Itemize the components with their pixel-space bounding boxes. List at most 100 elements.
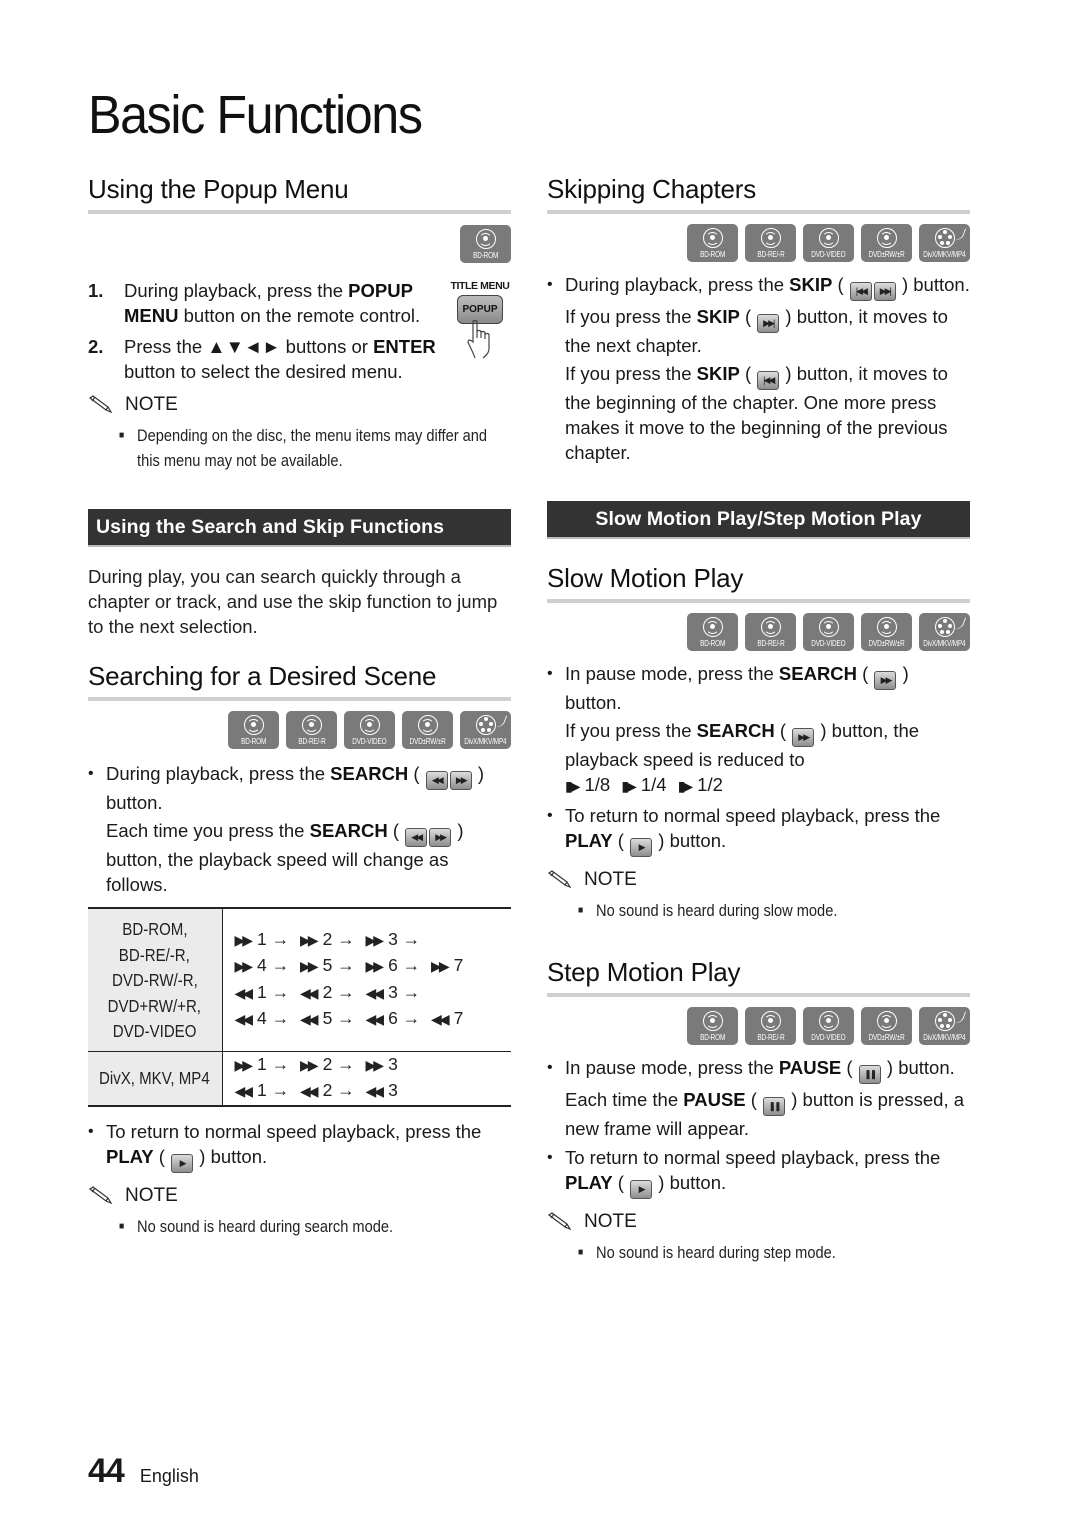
fast-forward-icon: ▶▶ [300, 1056, 318, 1073]
disc-badges: BD-ROM BD-RE/-R DVD-VIDEO DVD±RW/±R DivX… [547, 1007, 970, 1045]
step-motion-heading: Step Motion Play [547, 957, 741, 987]
remote-popup-illustration: TITLE MENU POPUP [449, 280, 511, 368]
disc-icon [417, 715, 438, 735]
disc-icon [818, 1011, 839, 1031]
speed-sequence-line: ▶▶ 1 → ▶▶ 2 → ▶▶ 3 [234, 1053, 398, 1074]
skip-forward-key-icon: ▶▶| [757, 314, 780, 333]
fast-forward-icon: ▶▶ [234, 958, 253, 975]
skipping-sub-2: If you press the SKIP ( |◀◀ ) button, it… [565, 363, 948, 463]
step-motion-section: Step Motion Play BD-ROM BD-RE/-R DVD-VID… [547, 955, 970, 1265]
badge-dvd-video: DVD-VIDEO [803, 1007, 854, 1045]
rewind-icon: ◀◀ [234, 984, 253, 1001]
disc-type-label: BD-RE/-R, [119, 944, 191, 965]
popup-menu-section: Using the Popup Menu BD-ROM TITLE MENU P… [88, 172, 511, 473]
disc-icon [359, 715, 380, 735]
disc-icon [702, 617, 723, 637]
badge-divx: DivX/MKV/MP4 [919, 224, 970, 262]
pause-key-icon: ❚❚ [858, 1065, 881, 1084]
pencil-note-icon [547, 1211, 572, 1230]
disc-icon [876, 228, 897, 248]
note-heading: NOTE [88, 1183, 511, 1208]
table-row: BD-ROM, BD-RE/-R, DVD-RW/-R, DVD+RW/+R, DVD-… [88, 908, 511, 1052]
fast-forward-icon: ▶▶ [365, 958, 384, 975]
slow-play-icon: ▮▶ [565, 778, 581, 794]
disc-icon [243, 715, 264, 735]
note-heading: NOTE [88, 392, 511, 417]
badge-dvd-rw: DVD±RW/±R [861, 1007, 912, 1045]
page-number: 44 [88, 1452, 125, 1490]
fast-forward-icon: ▶▶ [431, 958, 449, 975]
badge-dvd-video: DVD-VIDEO [803, 613, 854, 651]
fast-forward-key-icon: ▶▶ [792, 728, 815, 747]
square-bullet-icon: ■ [118, 430, 125, 441]
left-column: Using the Popup Menu BD-ROM TITLE MENU P… [88, 172, 511, 1239]
badge-bd-rom: BD-ROM [687, 224, 738, 262]
heading-rule [88, 210, 511, 214]
rewind-icon: ◀◀ [234, 1083, 253, 1100]
disc-badges: BD-ROM BD-RE/-R DVD-VIDEO DVD±RW/±R DivX… [88, 711, 511, 749]
badge-bd-re: BD-RE/-R [745, 1007, 796, 1045]
disc-icon [760, 228, 781, 248]
popup-steps: 1. During playback, press the POPUP MENU… [88, 278, 448, 384]
heading-rule [547, 599, 970, 603]
heading-rule [547, 993, 970, 997]
searching-bullet-1: • During playback, press the SEARCH ( ◀◀… [88, 763, 485, 813]
rewind-icon: ◀◀ [300, 1083, 318, 1100]
note-item: ■ No sound is heard during search mode. [88, 1214, 510, 1239]
pencil-note-icon [88, 1185, 113, 1204]
disc-badges: BD-ROM BD-RE/-R DVD-VIDEO DVD±RW/±R DivX… [547, 224, 970, 262]
rewind-key-icon: ◀◀ [405, 828, 428, 847]
badge-bd-re: BD-RE/-R [745, 613, 796, 651]
pencil-note-icon [88, 394, 113, 413]
fast-forward-icon: ▶▶ [234, 931, 253, 948]
film-reel-icon [475, 715, 496, 735]
speed-sequence-line: ▶▶ 1 → ▶▶ 2 → ▶▶ 3 → [234, 928, 421, 949]
square-bullet-icon: ■ [577, 905, 584, 916]
badge-divx: DivX/MKV/MP4 [460, 711, 511, 749]
badge-dvd-video: DVD-VIDEO [803, 224, 854, 262]
disc-icon [702, 1011, 723, 1031]
fast-forward-key-icon: ▶▶ [449, 771, 472, 790]
speed-sequence-line: ◀◀ 1 → ◀◀ 2 → ◀◀ 3 [234, 1080, 398, 1101]
disc-type-label: BD-ROM, [122, 919, 188, 939]
step-2: 2. Press the ▲▼◄► buttons or ENTER butto… [88, 336, 436, 382]
badge-dvd-rw: DVD±RW/±R [861, 613, 912, 651]
disc-type-label: DVD+RW/+R, [108, 995, 202, 1016]
heading-rule [547, 210, 970, 214]
disc-badges: BD-ROM [88, 225, 511, 263]
searching-section: Searching for a Desired Scene BD-ROM BD-… [88, 659, 511, 1239]
rewind-icon: ◀◀ [365, 1011, 384, 1028]
skipping-sub-1: If you press the SKIP ( ▶▶| ) button, it… [565, 306, 948, 356]
step-sub-1: Each time the PAUSE ( ❚❚ ) button is pre… [565, 1089, 965, 1139]
fast-forward-icon: ▶▶ [300, 958, 318, 975]
badge-bd-re: BD-RE/-R [745, 224, 796, 262]
badge-bd-rom: BD-ROM [460, 225, 511, 263]
badge-divx: DivX/MKV/MP4 [919, 1007, 970, 1045]
searching-heading: Searching for a Desired Scene [88, 661, 437, 691]
slow-play-icon: ▮▶ [621, 778, 637, 794]
badge-bd-rom: BD-ROM [687, 613, 738, 651]
note-item: ■ Depending on the disc, the menu items … [88, 423, 510, 473]
note-item: ■ No sound is heard during slow mode. [547, 898, 969, 923]
film-reel-icon [934, 228, 955, 248]
searching-sub-1: Each time you press the SEARCH ( ◀◀ ▶▶ ) … [106, 820, 464, 895]
badge-dvd-rw: DVD±RW/±R [402, 711, 453, 749]
disc-types-cell: DivX, MKV, MP4 [88, 1051, 223, 1106]
pencil-note-icon [547, 869, 572, 888]
fast-forward-key-icon: ▶▶ [874, 671, 897, 690]
hand-pointer-icon [467, 320, 490, 359]
skipping-bullet-1: • During playback, press the SKIP ( |◀◀ ▶… [547, 272, 970, 301]
slow-motion-section: Slow Motion Play BD-ROM BD-RE/-R DVD-VID… [547, 561, 970, 923]
fast-forward-key-icon: ▶▶ [429, 828, 452, 847]
rewind-icon: ◀◀ [300, 984, 318, 1001]
film-reel-icon [934, 617, 955, 637]
note-heading: NOTE [547, 1209, 970, 1234]
rewind-icon: ◀◀ [234, 1011, 253, 1028]
rewind-key-icon: ◀◀ [425, 771, 448, 790]
right-column: Skipping Chapters BD-ROM BD-RE/-R DVD-VI… [547, 172, 970, 1265]
skipping-heading: Skipping Chapters [547, 174, 757, 204]
slow-motion-heading: Slow Motion Play [547, 563, 744, 593]
play-key-icon: ▶ [171, 1154, 194, 1173]
fast-forward-icon: ▶▶ [365, 931, 384, 948]
disc-icon [818, 617, 839, 637]
